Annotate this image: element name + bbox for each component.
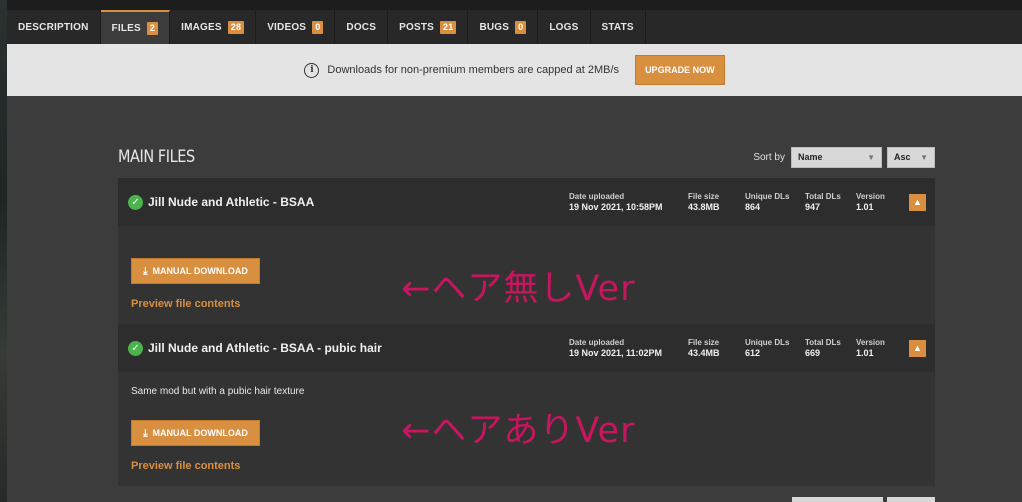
total-downloads: Total DLs 669 bbox=[805, 337, 841, 359]
tab-label: VIDEOS bbox=[267, 21, 307, 33]
tab-videos[interactable]: VIDEOS 0 bbox=[256, 10, 336, 44]
stat-value: 612 bbox=[745, 348, 761, 358]
tab-bugs[interactable]: BUGS 0 bbox=[468, 10, 539, 44]
stat-label: Date uploaded bbox=[569, 192, 625, 201]
button-label: MANUAL DOWNLOAD bbox=[152, 428, 248, 438]
download-cap-notice: i Downloads for non-premium members are … bbox=[7, 44, 1022, 96]
date-uploaded: Date uploaded 19 Nov 2021, 10:58PM bbox=[569, 191, 663, 213]
count-badge: 28 bbox=[227, 20, 245, 34]
chevron-up-icon[interactable]: ▲ bbox=[909, 193, 926, 211]
sort-order-select[interactable]: Asc ▼ bbox=[887, 146, 935, 168]
stat-label: Unique DLs bbox=[745, 338, 790, 347]
sort-order-select[interactable] bbox=[887, 497, 935, 502]
section-header: MAIN FILES Sort by Name ▼ Asc ▼ bbox=[118, 140, 935, 174]
file-body: Same mod but with a pubic hair texture ⤓… bbox=[118, 372, 935, 486]
upgrade-now-button[interactable]: UPGRADE NOW bbox=[635, 55, 725, 85]
sort-field-value: Name bbox=[798, 152, 823, 162]
check-icon: ✓ bbox=[128, 194, 143, 210]
sort-field-select[interactable] bbox=[792, 497, 883, 502]
count-badge: 0 bbox=[515, 20, 527, 34]
unique-downloads: Unique DLs 612 bbox=[745, 337, 789, 359]
sort-order-value: Asc bbox=[894, 152, 911, 162]
tab-label: IMAGES bbox=[181, 21, 222, 33]
manual-download-button[interactable]: ⤓ MANUAL DOWNLOAD bbox=[131, 420, 260, 446]
stat-label: Version bbox=[856, 338, 885, 347]
download-icon: ⤓ bbox=[143, 427, 148, 439]
stat-value: 19 Nov 2021, 11:02PM bbox=[569, 348, 663, 358]
stat-label: Total DLs bbox=[805, 338, 841, 347]
version: Version 1.01 bbox=[856, 337, 885, 359]
main-files-section: MAIN FILES Sort by Name ▼ Asc ▼ ✓ Jill N… bbox=[118, 140, 935, 486]
stat-value: 43.8MB bbox=[688, 202, 720, 212]
stat-value: 669 bbox=[805, 348, 821, 358]
tab-images[interactable]: IMAGES 28 bbox=[170, 10, 257, 44]
tab-description[interactable]: DESCRIPTION bbox=[7, 10, 101, 44]
count-badge: 2 bbox=[146, 21, 159, 35]
background-image bbox=[0, 0, 7, 502]
tab-label: BUGS bbox=[479, 21, 510, 33]
tab-label: DESCRIPTION bbox=[18, 21, 89, 33]
button-label: MANUAL DOWNLOAD bbox=[152, 266, 248, 276]
stat-label: File size bbox=[688, 338, 720, 347]
tab-label: FILES bbox=[111, 22, 141, 34]
count-badge: 21 bbox=[440, 20, 457, 34]
stat-label: Unique DLs bbox=[745, 192, 790, 201]
file-title: Jill Nude and Athletic - BSAA - pubic ha… bbox=[148, 341, 382, 355]
stat-value: 1.01 bbox=[856, 348, 874, 358]
notice-text: Downloads for non-premium members are ca… bbox=[327, 64, 620, 76]
stat-label: Total DLs bbox=[805, 192, 841, 201]
stat-value: 864 bbox=[745, 202, 761, 212]
chevron-up-icon[interactable]: ▲ bbox=[909, 339, 926, 357]
chevron-down-icon: ▼ bbox=[920, 152, 928, 162]
tab-docs[interactable]: DOCS bbox=[335, 10, 389, 44]
date-uploaded: Date uploaded 19 Nov 2021, 11:02PM bbox=[569, 337, 662, 359]
section-title: MAIN FILES bbox=[118, 147, 195, 167]
info-icon: i bbox=[304, 62, 320, 78]
total-downloads: Total DLs 947 bbox=[805, 191, 841, 213]
mod-page: DESCRIPTION FILES 2 IMAGES 28 VIDEOS 0 D… bbox=[7, 0, 1022, 502]
stat-label: Date uploaded bbox=[569, 338, 625, 347]
stat-label: File size bbox=[688, 192, 720, 201]
tab-posts[interactable]: POSTS 21 bbox=[388, 10, 469, 44]
file-size: File size 43.8MB bbox=[688, 191, 720, 213]
stat-value: 19 Nov 2021, 10:58PM bbox=[569, 202, 663, 212]
tab-label: POSTS bbox=[399, 21, 435, 33]
stat-value: 1.01 bbox=[856, 202, 874, 212]
file-body: ⤓ MANUAL DOWNLOAD ←ヘア無しVer Preview file … bbox=[118, 226, 935, 324]
file-title: Jill Nude and Athletic - BSAA bbox=[148, 195, 315, 209]
tab-label: LOGS bbox=[549, 21, 579, 33]
sort-label: Sort by bbox=[753, 151, 785, 163]
tab-label: STATS bbox=[601, 21, 634, 33]
file-size: File size 43.4MB bbox=[688, 337, 720, 359]
unique-downloads: Unique DLs 864 bbox=[745, 191, 789, 213]
sort-controls: Sort by Name ▼ Asc ▼ bbox=[753, 146, 935, 168]
stat-value: 43.4MB bbox=[688, 348, 720, 358]
annotation-text: ←ヘア無しVer bbox=[401, 269, 636, 309]
tab-logs[interactable]: LOGS bbox=[538, 10, 591, 44]
tab-label: DOCS bbox=[346, 21, 377, 33]
sort-field-select[interactable]: Name ▼ bbox=[791, 146, 882, 168]
tab-stats[interactable]: STATS bbox=[591, 10, 646, 44]
stat-label: Version bbox=[856, 192, 885, 201]
check-icon: ✓ bbox=[128, 340, 143, 356]
manual-download-button[interactable]: ⤓ MANUAL DOWNLOAD bbox=[131, 258, 260, 284]
annotation-text: ←ヘアありVer bbox=[401, 411, 636, 451]
tab-files[interactable]: FILES 2 bbox=[100, 10, 171, 44]
tab-bar: DESCRIPTION FILES 2 IMAGES 28 VIDEOS 0 D… bbox=[7, 0, 1022, 44]
count-badge: 0 bbox=[312, 20, 324, 34]
preview-file-contents-link[interactable]: Preview file contents bbox=[131, 298, 240, 310]
chevron-down-icon: ▼ bbox=[867, 152, 875, 162]
file-description: Same mod but with a pubic hair texture bbox=[131, 386, 305, 397]
file-header[interactable]: ✓ Jill Nude and Athletic - BSAA - pubic … bbox=[118, 324, 935, 372]
preview-file-contents-link[interactable]: Preview file contents bbox=[131, 460, 240, 472]
version: Version 1.01 bbox=[856, 191, 885, 213]
stat-value: 947 bbox=[805, 202, 821, 212]
file-header[interactable]: ✓ Jill Nude and Athletic - BSAA Date upl… bbox=[118, 178, 935, 226]
download-icon: ⤓ bbox=[143, 265, 148, 277]
